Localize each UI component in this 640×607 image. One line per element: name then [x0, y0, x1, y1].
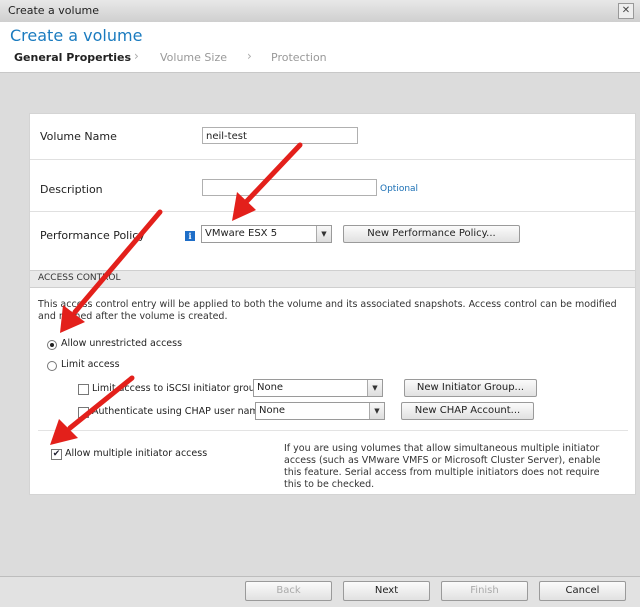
chap-value: None	[259, 405, 286, 416]
iscsi-group-checkbox[interactable]	[78, 384, 89, 395]
chap-select[interactable]: None ▼	[255, 402, 385, 420]
volume-name-label: Volume Name	[40, 130, 117, 143]
description-input[interactable]	[202, 179, 377, 196]
info-icon[interactable]: i	[185, 231, 195, 241]
performance-policy-row: Performance Policy i VMware ESX 5 ▼ New …	[30, 211, 635, 253]
access-control-header: ACCESS CONTROL	[30, 270, 635, 288]
cancel-button[interactable]: Cancel	[539, 581, 626, 601]
divider	[38, 430, 628, 431]
optional-hint: Optional	[380, 184, 419, 194]
back-button[interactable]: Back	[245, 581, 332, 601]
chevron-right-icon: ›	[134, 49, 139, 63]
form-panel: Volume Name neil-test Description Option…	[29, 113, 636, 495]
performance-policy-label: Performance Policy	[40, 229, 145, 242]
window-title: Create a volume	[8, 4, 100, 17]
multiple-initiator-help: If you are using volumes that allow simu…	[284, 443, 601, 490]
chevron-right-icon: ›	[247, 49, 252, 63]
chevron-down-icon: ▼	[369, 403, 384, 419]
page-title: Create a volume	[10, 26, 143, 45]
window-titlebar: Create a volume ✕	[0, 0, 640, 23]
chevron-down-icon: ▼	[367, 380, 382, 396]
step-general-properties[interactable]: General Properties	[14, 51, 131, 64]
multiple-initiator-checkbox[interactable]: ✔	[51, 449, 62, 460]
volume-name-input[interactable]: neil-test	[202, 127, 358, 144]
chevron-down-icon: ▼	[316, 226, 331, 242]
step-volume-size[interactable]: Volume Size	[160, 51, 227, 64]
iscsi-group-value: None	[257, 382, 284, 393]
description-label: Description	[40, 183, 103, 196]
performance-policy-value: VMware ESX 5	[205, 228, 278, 239]
new-performance-policy-button[interactable]: New Performance Policy...	[343, 225, 520, 243]
wizard-header: Create a volume General Properties › Vol…	[0, 22, 640, 73]
unrestricted-access-radio[interactable]	[47, 340, 57, 350]
access-control-title: ACCESS CONTROL	[38, 273, 121, 283]
step-protection[interactable]: Protection	[271, 51, 327, 64]
new-chap-account-button[interactable]: New CHAP Account...	[401, 402, 534, 420]
access-control-description: This access control entry will be applie…	[38, 299, 617, 322]
wizard-footer: Back Next Finish Cancel	[0, 576, 640, 607]
close-icon[interactable]: ✕	[618, 3, 634, 19]
limit-access-radio[interactable]	[47, 361, 57, 371]
iscsi-group-select[interactable]: None ▼	[253, 379, 383, 397]
finish-button[interactable]: Finish	[441, 581, 528, 601]
unrestricted-access-label: Allow unrestricted access	[61, 338, 183, 349]
iscsi-group-label: Limit access to iSCSI initiator group	[92, 383, 261, 394]
description-row: Description Optional	[30, 159, 635, 212]
limit-access-label: Limit access	[61, 359, 120, 370]
performance-policy-select[interactable]: VMware ESX 5 ▼	[201, 225, 332, 243]
next-button[interactable]: Next	[343, 581, 430, 601]
multiple-initiator-label: Allow multiple initiator access	[65, 448, 208, 459]
new-initiator-group-button[interactable]: New Initiator Group...	[404, 379, 537, 397]
chap-checkbox[interactable]	[78, 407, 89, 418]
chap-label: Authenticate using CHAP user name	[92, 406, 265, 417]
volume-name-row: Volume Name neil-test	[30, 114, 635, 160]
